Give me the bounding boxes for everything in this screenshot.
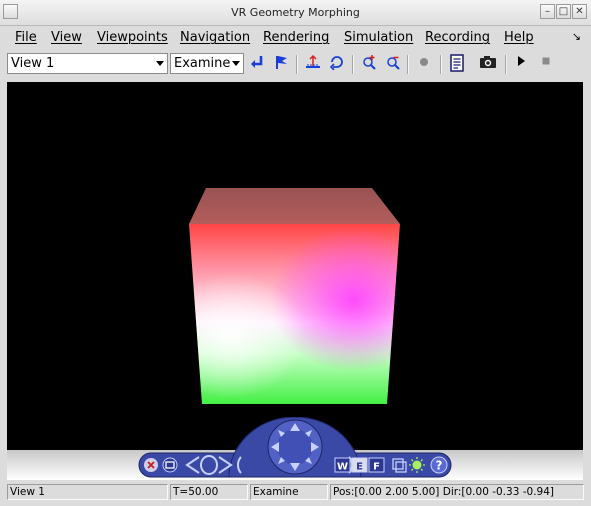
navigation-mode-value: Examine <box>174 56 231 71</box>
minimize-dashboard-button[interactable] <box>162 458 178 474</box>
status-position-direction: Pos:[0.00 2.00 5.00] Dir:[0.00 -0.33 -0.… <box>330 484 584 500</box>
window-menu-button[interactable] <box>3 4 18 19</box>
restore-view-button[interactable] <box>326 54 348 74</box>
window-title: VR Geometry Morphing <box>231 6 360 19</box>
straighten-button[interactable] <box>302 54 324 74</box>
wireframe-button[interactable] <box>335 459 350 473</box>
menu-viewpoints[interactable]: Viewpoints <box>97 30 168 45</box>
status-mode: Examine <box>250 484 328 500</box>
chevron-down-icon <box>232 61 240 66</box>
play-button[interactable] <box>510 54 532 74</box>
fit-view-button[interactable] <box>391 458 407 474</box>
document-icon <box>450 54 464 72</box>
menu-simulation[interactable]: Simulation <box>344 30 413 45</box>
menu-help[interactable]: Help <box>504 30 534 45</box>
slide-button[interactable] <box>201 456 217 476</box>
flag-button[interactable] <box>270 54 292 74</box>
toolbar-separator <box>440 55 442 74</box>
status-time: T=50.00 <box>170 484 248 500</box>
menu-file[interactable]: File <box>15 30 37 45</box>
orbit-wheel-control[interactable] <box>268 421 322 475</box>
toolbar-separator <box>505 55 507 74</box>
pan-left-button[interactable] <box>185 456 201 476</box>
minimize-icon: – <box>545 6 550 17</box>
title-bar: VR Geometry Morphing – □ ✕ <box>0 0 591 26</box>
toolbar-separator <box>352 55 354 74</box>
status-viewpoint: View 1 <box>7 484 168 500</box>
menu-bar: File View Viewpoints Navigation Renderin… <box>0 27 591 49</box>
close-icon: ✕ <box>575 6 584 17</box>
edges-button[interactable] <box>352 459 367 473</box>
zoom-in-button[interactable] <box>358 54 380 74</box>
maximize-button[interactable]: □ <box>556 4 571 19</box>
menu-view[interactable]: View <box>51 30 82 45</box>
zoom-in-icon <box>363 55 376 70</box>
close-button[interactable]: ✕ <box>572 4 587 19</box>
close-dashboard-button[interactable] <box>143 458 159 474</box>
restore-icon <box>329 56 343 71</box>
toolbar-separator <box>407 55 409 74</box>
console-button[interactable] <box>446 54 468 74</box>
viewpoint-select[interactable]: View 1 <box>7 53 168 74</box>
zoom-out-icon <box>387 56 400 70</box>
viewpoint-select-value: View 1 <box>11 56 55 71</box>
faces-button[interactable] <box>369 459 384 473</box>
return-button[interactable] <box>246 54 268 74</box>
play-icon <box>518 56 525 66</box>
straighten-icon <box>306 54 320 68</box>
stop-icon <box>542 57 550 65</box>
record-button[interactable] <box>413 54 435 74</box>
help-button[interactable] <box>431 458 447 474</box>
snapshot-button[interactable] <box>477 54 499 74</box>
flag-icon <box>276 56 287 69</box>
status-bar: View 1 T=50.00 Examine Pos:[0.00 2.00 5.… <box>0 482 591 506</box>
menu-rendering[interactable]: Rendering <box>263 30 329 45</box>
menu-corner-arrow-icon[interactable]: ↘ <box>572 30 581 43</box>
maximize-icon: □ <box>558 6 569 17</box>
camera-icon <box>480 56 496 68</box>
chevron-down-icon <box>156 61 164 66</box>
toolbar: View 1 Examine <box>0 51 591 79</box>
pan-right-button[interactable] <box>217 456 233 476</box>
zoom-out-button[interactable] <box>382 54 404 74</box>
navigation-mode-select[interactable]: Examine <box>170 53 244 74</box>
record-dot-icon <box>420 58 428 66</box>
cube-top-face <box>189 188 400 224</box>
toolbar-separator <box>296 55 298 74</box>
headlight-button[interactable] <box>409 458 425 474</box>
minimize-button[interactable]: – <box>540 4 555 19</box>
menu-recording[interactable]: Recording <box>425 30 490 45</box>
stop-button[interactable] <box>535 54 557 74</box>
return-icon <box>251 56 263 68</box>
navigation-dashboard-hit <box>137 418 453 480</box>
menu-navigation[interactable]: Navigation <box>180 30 250 45</box>
